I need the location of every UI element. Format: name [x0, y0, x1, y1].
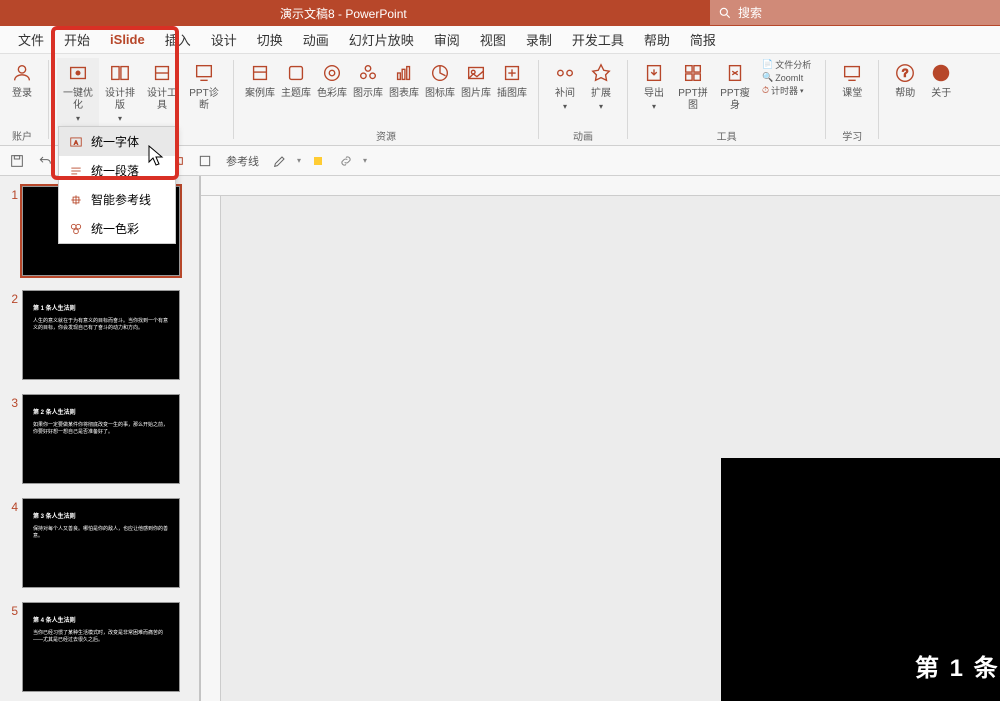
thumbnail-4[interactable]: 4第 3 条人生法则保持对每个人又善良。哪怕是你的敌人，也应让他感到你的善意。	[0, 494, 199, 598]
design-layout-button[interactable]: 设计排版 ▾	[99, 58, 141, 128]
login-button[interactable]: 登录	[4, 58, 40, 128]
menu-幻灯片放映[interactable]: 幻灯片放映	[339, 26, 424, 54]
menu-动画[interactable]: 动画	[293, 26, 339, 54]
tween-button[interactable]: 补间▾	[547, 58, 583, 128]
thumbnail-panel[interactable]: 12第 1 条人生法则人生的意义就在于为有意义的目标而奋斗。当你找到一个有意义的…	[0, 176, 200, 701]
menu-开发工具[interactable]: 开发工具	[562, 26, 634, 54]
thumbnail-5[interactable]: 5第 4 条人生法则当你已经习惯了某种生活模式时，改变是非常困难而痛苦的——尤其…	[0, 598, 199, 701]
checkbox-button[interactable]	[194, 150, 216, 172]
ppt-collage-button[interactable]: PPT拼图	[672, 58, 714, 128]
resource-色彩库[interactable]: 色彩库	[314, 58, 350, 128]
menu-插入[interactable]: 插入	[155, 26, 201, 54]
workspace: 12第 1 条人生法则人生的意义就在于为有意义的目标而奋斗。当你找到一个有意义的…	[0, 176, 1000, 701]
resource-图标库[interactable]: 图标库	[422, 58, 458, 128]
search-box[interactable]: 搜索	[710, 0, 1000, 25]
resource-案例库[interactable]: 案例库	[242, 58, 278, 128]
guides-button[interactable]: 参考线	[222, 153, 263, 169]
help-button[interactable]: ?帮助	[887, 58, 923, 132]
slide-title[interactable]: 第 1 条人生法则	[915, 648, 1000, 683]
class-button[interactable]: 课堂	[834, 58, 870, 128]
svg-text:A: A	[74, 140, 78, 146]
vertical-ruler	[201, 196, 221, 701]
menu-切换[interactable]: 切换	[247, 26, 293, 54]
pen-button[interactable]	[269, 150, 291, 172]
title-bar: 演示文稿8 - PowerPoint 搜索	[0, 0, 1000, 26]
export-button[interactable]: 导出▾	[636, 58, 672, 128]
menu-视图[interactable]: 视图	[470, 26, 516, 54]
menu-简报[interactable]: 简报	[680, 26, 726, 54]
menu-设计[interactable]: 设计	[201, 26, 247, 54]
resource-主题库[interactable]: 主题库	[278, 58, 314, 128]
horizontal-ruler	[201, 176, 1000, 196]
resource-图片库[interactable]: 图片库	[458, 58, 494, 128]
search-icon	[718, 6, 732, 20]
ppt-diagnose-button[interactable]: PPT诊断	[183, 58, 225, 128]
menu-bar: 文件开始iSlide插入设计切换动画幻灯片放映审阅视图录制开发工具帮助简报	[0, 26, 1000, 54]
dropdown-统一色彩[interactable]: 统一色彩	[59, 214, 175, 243]
one-click-optimize-button[interactable]: 一键优化 ▾	[57, 58, 99, 128]
slide-canvas[interactable]: 第 1 条人生法则 人生的意义就在于为有意的目标而奋斗。当你找到一个有意义的目标…	[721, 458, 1000, 701]
menu-帮助[interactable]: 帮助	[634, 26, 680, 54]
search-placeholder: 搜索	[738, 4, 762, 21]
about-button[interactable]: 关于	[923, 58, 959, 132]
menu-iSlide[interactable]: iSlide	[100, 26, 155, 54]
design-tools-button[interactable]: 设计工具	[141, 58, 183, 128]
chevron-down-icon: ▾	[76, 114, 80, 123]
resource-图示库[interactable]: 图示库	[350, 58, 386, 128]
extend-button[interactable]: 扩展▾	[583, 58, 619, 128]
menu-文件[interactable]: 文件	[8, 26, 54, 54]
slide-editor[interactable]: 第 1 条人生法则 人生的意义就在于为有意的目标而奋斗。当你找到一个有意义的目标…	[200, 176, 1000, 701]
highlight-button[interactable]	[307, 150, 329, 172]
resource-图表库[interactable]: 图表库	[386, 58, 422, 128]
save-button[interactable]	[6, 150, 28, 172]
cursor-icon	[148, 145, 166, 169]
menu-录制[interactable]: 录制	[516, 26, 562, 54]
window-title: 演示文稿8 - PowerPoint	[280, 5, 407, 22]
dropdown-智能参考线[interactable]: 智能参考线	[59, 185, 175, 214]
undo-button[interactable]	[34, 150, 56, 172]
resource-插图库[interactable]: 插图库	[494, 58, 530, 128]
link-button[interactable]	[335, 150, 357, 172]
tools-text-links: 📄文件分析 🔍ZoomIt ⏱计时器▾	[756, 58, 817, 128]
menu-审阅[interactable]: 审阅	[424, 26, 470, 54]
ppt-slim-button[interactable]: PPT瘦身	[714, 58, 756, 128]
menu-开始[interactable]: 开始	[54, 26, 100, 54]
svg-text:?: ?	[902, 68, 908, 80]
thumbnail-3[interactable]: 3第 2 条人生法则如果你一定要做某件你将彻底改变一生的事，那么开始之前，你要好…	[0, 390, 199, 494]
one-click-optimize-dropdown: A统一字体统一段落智能参考线统一色彩	[58, 126, 176, 244]
thumbnail-2[interactable]: 2第 1 条人生法则人生的意义就在于为有意义的目标而奋斗。当你找到一个有意义的目…	[0, 286, 199, 390]
